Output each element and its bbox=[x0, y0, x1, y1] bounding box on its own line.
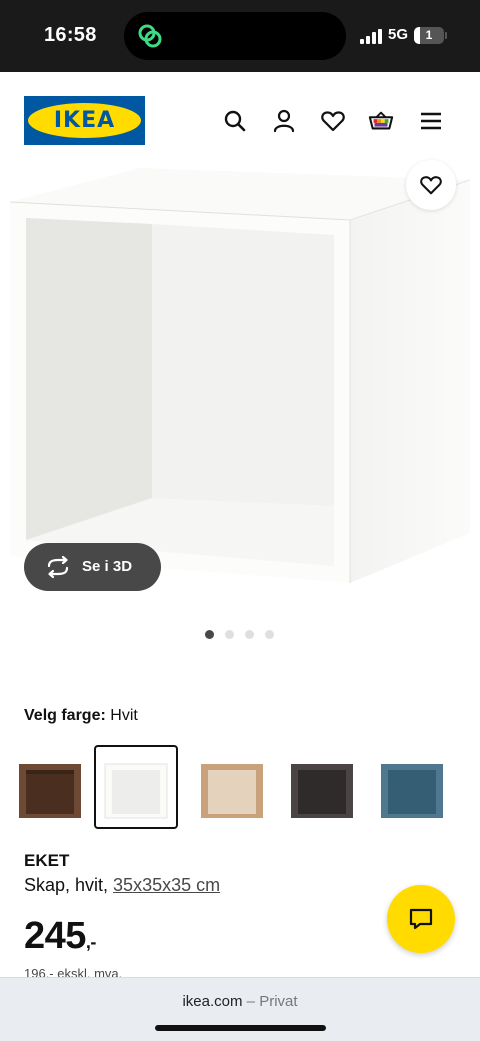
ikea-logo[interactable]: IKEA bbox=[24, 96, 145, 145]
color-swatch-dark-grey[interactable] bbox=[280, 745, 364, 829]
view-3d-label: Se i 3D bbox=[82, 558, 133, 575]
carousel-dot[interactable] bbox=[205, 630, 214, 639]
dynamic-island bbox=[124, 12, 346, 60]
carousel-dot[interactable] bbox=[225, 630, 234, 639]
carousel-dots bbox=[205, 630, 285, 640]
chat-icon bbox=[409, 908, 433, 930]
color-swatch-blue[interactable] bbox=[370, 745, 454, 829]
battery-level: 1 bbox=[425, 28, 433, 42]
color-swatch-walnut[interactable] bbox=[8, 745, 92, 829]
network-type: 5G bbox=[388, 26, 409, 43]
product-description: Skap, hvit, 35x35x35 cm bbox=[24, 875, 220, 896]
battery-nub bbox=[445, 32, 447, 39]
color-label: Velg farge: Hvit bbox=[24, 707, 138, 725]
price-suffix: ,- bbox=[85, 932, 97, 952]
battery-icon: 1 bbox=[414, 27, 444, 44]
site-header: IKEA bbox=[0, 72, 480, 168]
color-swatch-oak[interactable] bbox=[190, 745, 274, 829]
signal-icon bbox=[360, 28, 382, 44]
profile-icon[interactable] bbox=[271, 108, 297, 134]
product-dimensions-link[interactable]: 35x35x35 cm bbox=[113, 875, 220, 895]
view-3d-button[interactable]: Se i 3D bbox=[24, 543, 161, 591]
color-swatch-white[interactable] bbox=[94, 745, 178, 829]
color-label-title: Velg farge: bbox=[24, 707, 106, 724]
product-description-text: Skap, hvit, bbox=[24, 875, 114, 895]
link-icon bbox=[138, 24, 162, 48]
product-price: 245,- bbox=[24, 915, 96, 958]
product-name: EKET bbox=[24, 851, 70, 870]
heart-icon bbox=[420, 176, 442, 195]
url-separator: – bbox=[242, 993, 260, 1010]
rotate-icon bbox=[47, 555, 69, 579]
browser-url[interactable]: ikea.com – Privat bbox=[0, 993, 480, 1010]
carousel-dot[interactable] bbox=[265, 630, 274, 639]
status-bar: 16:58 5G 1 bbox=[0, 0, 480, 72]
shopping-bag-icon[interactable] bbox=[368, 108, 394, 134]
color-selected-name: Hvit bbox=[110, 707, 138, 724]
favorite-button[interactable] bbox=[406, 160, 456, 210]
home-indicator[interactable] bbox=[155, 1025, 326, 1031]
browser-address-bar[interactable]: ikea.com – Privat bbox=[0, 977, 480, 1041]
heart-icon[interactable] bbox=[320, 108, 346, 134]
logo-text: IKEA bbox=[53, 108, 116, 133]
carousel-dot[interactable] bbox=[245, 630, 254, 639]
status-time: 16:58 bbox=[44, 24, 97, 46]
private-mode-label: Privat bbox=[259, 993, 298, 1010]
url-domain: ikea.com bbox=[182, 993, 243, 1010]
search-icon[interactable] bbox=[222, 108, 248, 134]
menu-icon[interactable] bbox=[418, 108, 444, 134]
chat-button[interactable] bbox=[387, 885, 455, 953]
price-value: 245 bbox=[24, 915, 86, 957]
